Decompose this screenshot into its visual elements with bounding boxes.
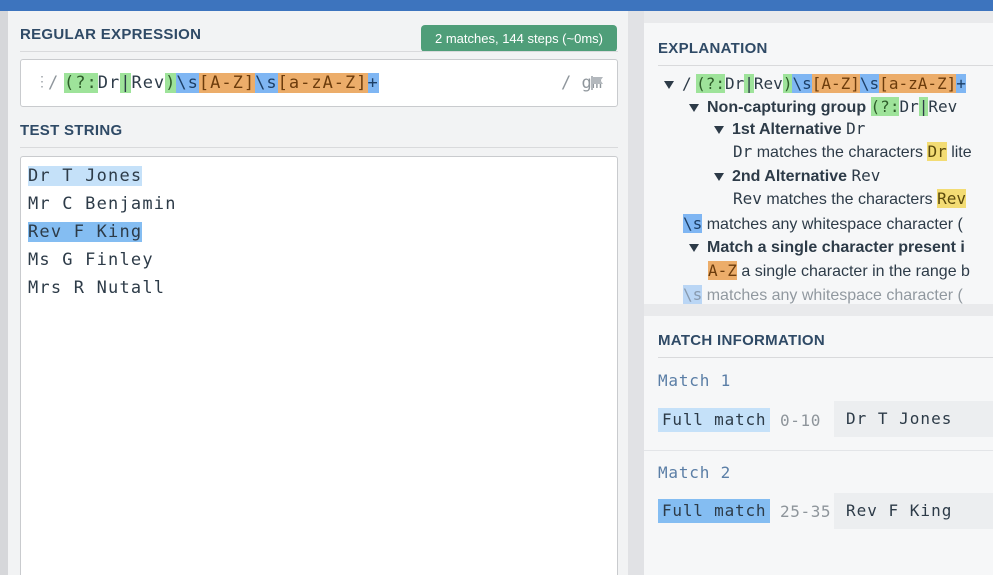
test-section-title: TEST STRING [20,122,123,139]
test-line-4: Ms G Finley [28,250,154,270]
regex-token: a-zA-Z [288,73,357,93]
regex-token: ) [165,73,177,93]
explanation-alt2-desc: Rev matches the characters Rev [733,189,967,208]
regex-token: ] [243,73,256,93]
explanation-root[interactable]: / (?:Dr|Rev)\s[A-Z]\s[a-zA-Z]+ [664,73,966,96]
match-1-range: 0-10 [780,411,821,430]
regex-token: Dr [97,73,121,93]
regex-title-rule [20,51,618,52]
drag-handle-icon[interactable]: ⋮ [35,74,49,88]
pane-divider[interactable] [628,11,644,575]
regex-token: A-Z [210,73,244,93]
regex-token: \s [176,73,199,93]
test-line-2: Mr C Benjamin [28,194,177,214]
test-line-5: Mrs R Nutall [28,278,166,298]
collapse-triangle-icon[interactable] [664,80,674,89]
explanation-whitespace-2: \s matches any whitespace character ( [683,285,963,304]
match-separator [644,450,993,451]
regex-token: ] [946,74,957,93]
test-string-editor[interactable]: Dr T Jones Mr C Benjamin Rev F King Ms G… [20,156,618,575]
test-title-rule [20,147,618,148]
explanation-group[interactable]: Non-capturing group (?:Dr|Rev [689,96,957,119]
match-1-label: Match 1 [658,371,732,390]
collapse-triangle-icon[interactable] [714,172,724,181]
regex-section-title: REGULAR EXPRESSION [20,26,202,43]
top-bar [0,0,993,11]
explanation-alt2[interactable]: 2nd Alternative Rev [714,165,880,188]
regex-token: ) [782,74,793,93]
collapse-triangle-icon[interactable] [689,103,699,112]
match-count-badge: 2 matches, 144 steps (~0ms) [421,25,617,52]
collapse-triangle-icon[interactable] [714,125,724,134]
regex-token: [ [277,73,289,93]
regex-token: [ [879,74,889,93]
match-1-value[interactable]: Dr T Jones [834,401,993,437]
explanation-title: EXPLANATION [658,40,768,57]
regex-token: (?: [64,73,98,93]
match-highlight-1: Dr T Jones [28,166,143,186]
collapse-triangle-icon[interactable] [689,243,699,252]
regex-token: [ [198,73,211,93]
test-line-3: Rev F King [28,221,143,243]
explanation-whitespace: \s matches any whitespace character ( [683,214,963,233]
regex-token: Rev [753,74,783,93]
regex-token: + [956,74,966,93]
regex-open-delimiter: / [48,73,59,93]
regex-token: A-Z [821,74,851,93]
test-line-1: Dr T Jones [28,165,143,187]
explanation-title-rule [658,65,993,66]
match-info-title: MATCH INFORMATION [658,332,826,349]
match-2-type: Full match [658,499,771,523]
regex-token: ] [356,73,368,93]
regex-pattern[interactable]: (?:Dr|Rev)\s[A-Z]\s[a-zA-Z]+ [64,72,379,94]
regex-token: ] [850,74,860,93]
explanation-panel: EXPLANATION / (?:Dr|Rev)\s[A-Z]\s[a-zA-Z… [644,23,993,304]
match-2-label: Match 2 [658,463,732,482]
regex-token: \s [255,73,278,93]
match-info-title-rule [658,357,993,358]
flag-icon[interactable] [589,75,605,91]
regex-token: | [744,74,754,93]
regex-token: \s [792,74,812,93]
match-highlight-2: Rev F King [28,222,143,242]
match-2-value[interactable]: Rev F King [834,493,993,529]
regex-input-box[interactable]: ⋮ / (?:Dr|Rev)\s[A-Z]\s[a-zA-Z]+ / gm [20,59,618,107]
explanation-charclass[interactable]: Match a single character present i [689,237,965,259]
left-gutter [0,11,8,575]
regex-token: (?: [696,74,725,93]
regex-token: Dr [725,74,745,93]
match-info-panel: MATCH INFORMATION Match 1 Full match 0-1… [644,316,993,575]
regex-token: [ [811,74,822,93]
regex-token: | [120,73,132,93]
explanation-alt1[interactable]: 1st Alternative Dr [714,118,865,141]
match-1-type: Full match [658,408,771,432]
regex-token: + [367,73,379,93]
match-2-range: 25-35 [780,502,832,521]
regex-token: Rev [131,73,166,93]
explanation-charclass-desc: A-Z a single character in the range b [708,261,970,280]
regex-token: a-zA-Z [888,74,947,93]
explanation-alt1-desc: Dr matches the characters Dr lite [733,142,972,161]
regex-token: \s [859,74,880,93]
